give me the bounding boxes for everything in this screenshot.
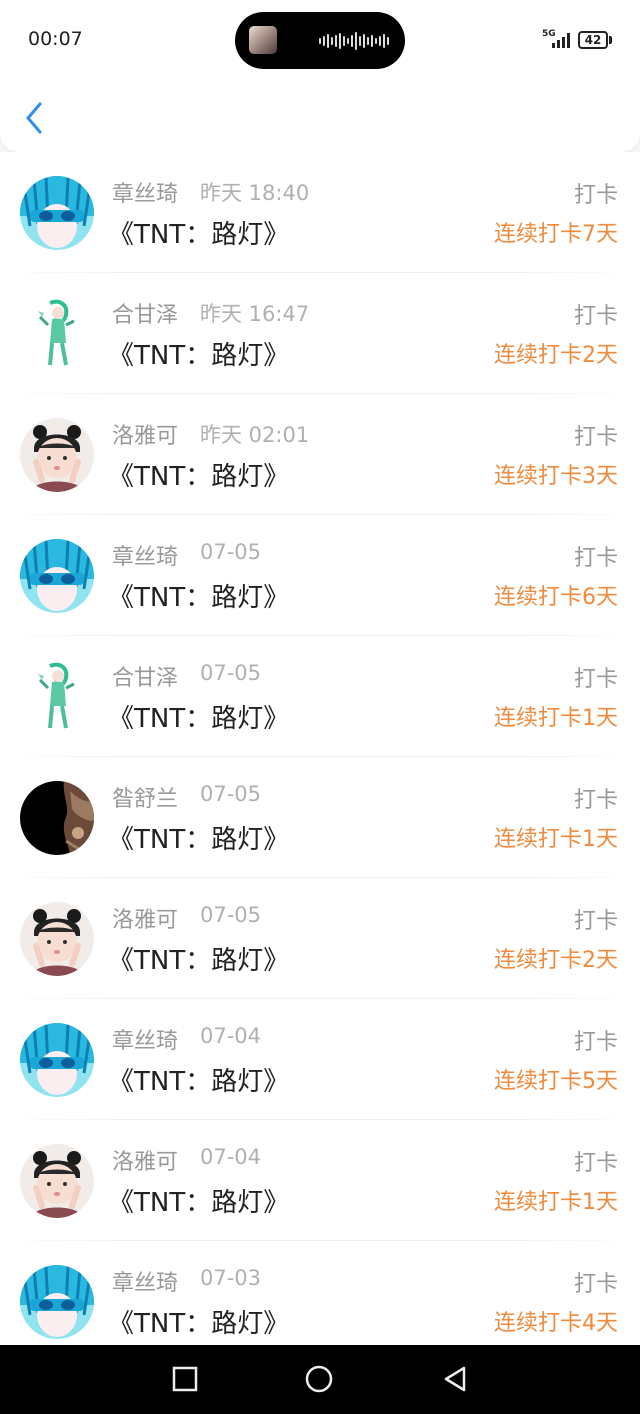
checkin-label: 打卡 [573,667,618,692]
book-title[interactable]: 《TNT：路灯》 [108,335,289,372]
battery-icon: 42 [578,31,608,49]
user-name[interactable]: 洛雅可 [112,902,178,934]
streak-label: 连续打卡2天 [494,343,618,368]
streak-label: 连续打卡2天 [494,948,618,973]
checkin-label: 打卡 [573,1272,618,1297]
avatar[interactable] [20,660,94,734]
post-time: 07-05 [200,903,262,927]
post-time: 07-05 [200,540,262,564]
streak-label: 连续打卡1天 [494,1190,618,1215]
avatar[interactable] [20,539,94,613]
book-title[interactable]: 《TNT：路灯》 [108,1182,289,1219]
user-name[interactable]: 洛雅可 [112,1144,178,1176]
streak-label: 连续打卡4天 [494,1311,618,1336]
checkin-label: 打卡 [573,1030,618,1055]
feed-item[interactable]: 合甘泽 昨天 16:47 《TNT：路灯》 打卡连续打卡2天 [0,273,640,394]
streak-label: 连续打卡6天 [494,585,618,610]
back-button[interactable] [18,98,54,138]
user-name[interactable]: 章丝琦 [112,1023,178,1055]
book-title[interactable]: 《TNT：路灯》 [108,456,289,493]
triangle-back-icon [444,1366,466,1392]
checkin-label: 打卡 [573,1151,618,1176]
avatar[interactable] [20,1144,94,1218]
battery-cap [609,36,612,44]
signal-icon [552,32,570,48]
avatar[interactable] [20,1265,94,1339]
book-title[interactable]: 《TNT：路灯》 [108,1303,289,1340]
feed-item[interactable]: 章丝琦 07-03 《TNT：路灯》 打卡连续打卡4天 [0,1241,640,1345]
streak-label: 连续打卡7天 [494,222,618,247]
circle-icon [305,1365,333,1393]
dynamic-island[interactable] [235,12,405,69]
user-name[interactable]: 昝舒兰 [112,781,178,813]
feed-item[interactable]: 章丝琦 昨天 18:40 《TNT：路灯》 打卡连续打卡7天 [0,152,640,273]
feed-item[interactable]: 章丝琦 07-05 《TNT：路灯》 打卡连续打卡6天 [0,515,640,636]
audio-wave-icon [319,31,389,51]
system-back-button[interactable] [440,1364,470,1394]
feed-item[interactable]: 洛雅可 昨天 02:01 《TNT：路灯》 打卡连续打卡3天 [0,394,640,515]
book-title[interactable]: 《TNT：路灯》 [108,819,289,856]
user-name[interactable]: 合甘泽 [112,660,178,692]
header-bar [0,82,640,152]
avatar[interactable] [20,1023,94,1097]
user-name[interactable]: 章丝琦 [112,176,178,208]
square-icon [172,1366,198,1392]
book-title[interactable]: 《TNT：路灯》 [108,698,289,735]
streak-label: 连续打卡1天 [494,827,618,852]
feed-item[interactable]: 合甘泽 07-05 《TNT：路灯》 打卡连续打卡1天 [0,636,640,757]
feed-item[interactable]: 洛雅可 07-05 《TNT：路灯》 打卡连续打卡2天 [0,878,640,999]
avatar[interactable] [20,418,94,492]
user-name[interactable]: 洛雅可 [112,418,178,450]
streak-label: 连续打卡3天 [494,464,618,489]
post-time: 昨天 16:47 [200,302,310,326]
post-time: 07-05 [200,661,262,685]
post-time: 07-03 [200,1266,262,1290]
checkin-label: 打卡 [573,909,618,934]
status-time: 00:07 [28,28,83,50]
system-nav-bar [0,1345,640,1414]
avatar[interactable] [20,902,94,976]
checkin-label: 打卡 [573,546,618,571]
post-time: 07-05 [200,782,262,806]
streak-label: 连续打卡1天 [494,706,618,731]
book-title[interactable]: 《TNT：路灯》 [108,577,289,614]
streak-label: 连续打卡5天 [494,1069,618,1094]
checkin-label: 打卡 [573,788,618,813]
checkin-feed-list[interactable]: 章丝琦 昨天 18:40 《TNT：路灯》 打卡 连续打卡7天 合甘泽 昨天 16:47 《T… [0,152,640,1345]
avatar[interactable] [20,176,94,250]
status-bar: 00:07 5G 42 [0,0,640,82]
user-name[interactable]: 章丝琦 [112,539,178,571]
checkin-label: 打卡 [573,304,618,329]
recents-button[interactable] [170,1364,200,1394]
avatar[interactable] [20,781,94,855]
post-time: 07-04 [200,1145,262,1169]
feed-item[interactable]: 昝舒兰 07-05 《TNT：路灯》 打卡连续打卡1天 [0,757,640,878]
post-time: 昨天 18:40 [200,181,310,205]
book-title[interactable]: 《TNT：路灯》 [108,1061,289,1098]
album-art-thumbnail [249,26,277,54]
user-name[interactable]: 章丝琦 [112,1265,178,1297]
checkin-label: 打卡 [573,425,618,450]
post-time: 昨天 02:01 [200,423,310,447]
book-title[interactable]: 《TNT：路灯》 [108,940,289,977]
user-name[interactable]: 合甘泽 [112,297,178,329]
avatar[interactable] [20,297,94,371]
post-time: 07-04 [200,1024,262,1048]
book-title[interactable]: 《TNT：路灯》 [108,214,289,251]
chevron-left-icon [26,102,42,134]
checkin-label: 打卡 [573,183,618,208]
feed-item[interactable]: 章丝琦 07-04 《TNT：路灯》 打卡连续打卡5天 [0,999,640,1120]
feed-item[interactable]: 洛雅可 07-04 《TNT：路灯》 打卡连续打卡1天 [0,1120,640,1241]
home-button[interactable] [304,1364,334,1394]
